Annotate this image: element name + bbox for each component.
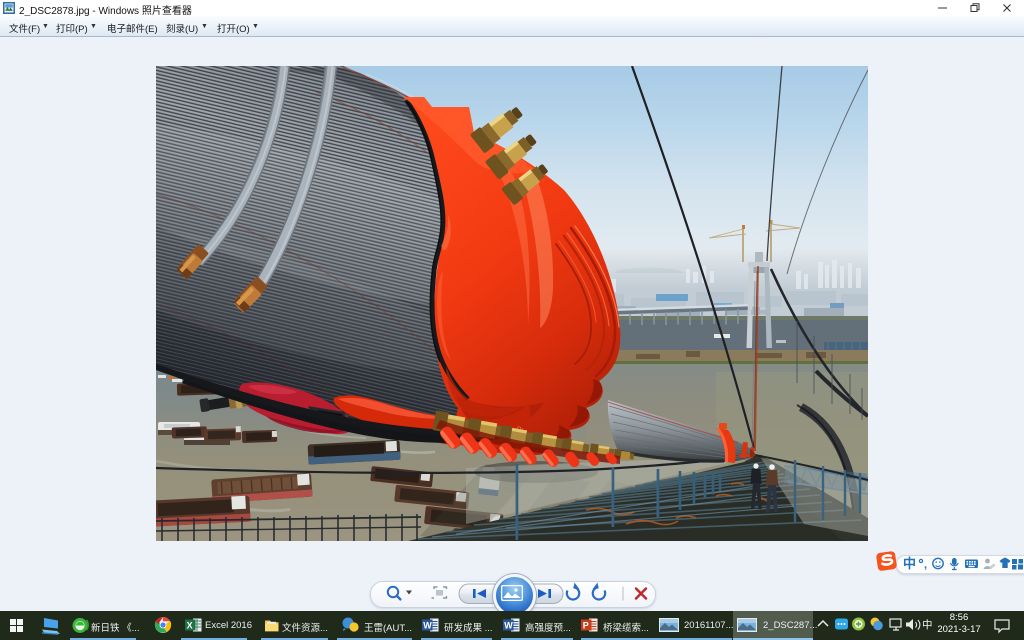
svg-text:中: 中 [903,556,916,571]
svg-text:,: , [924,559,927,571]
svg-text:中: 中 [922,618,933,631]
svg-text:P: P [583,620,589,630]
svg-text:W: W [504,620,513,630]
svg-text:W: W [423,620,432,630]
svg-text:X: X [187,620,193,630]
